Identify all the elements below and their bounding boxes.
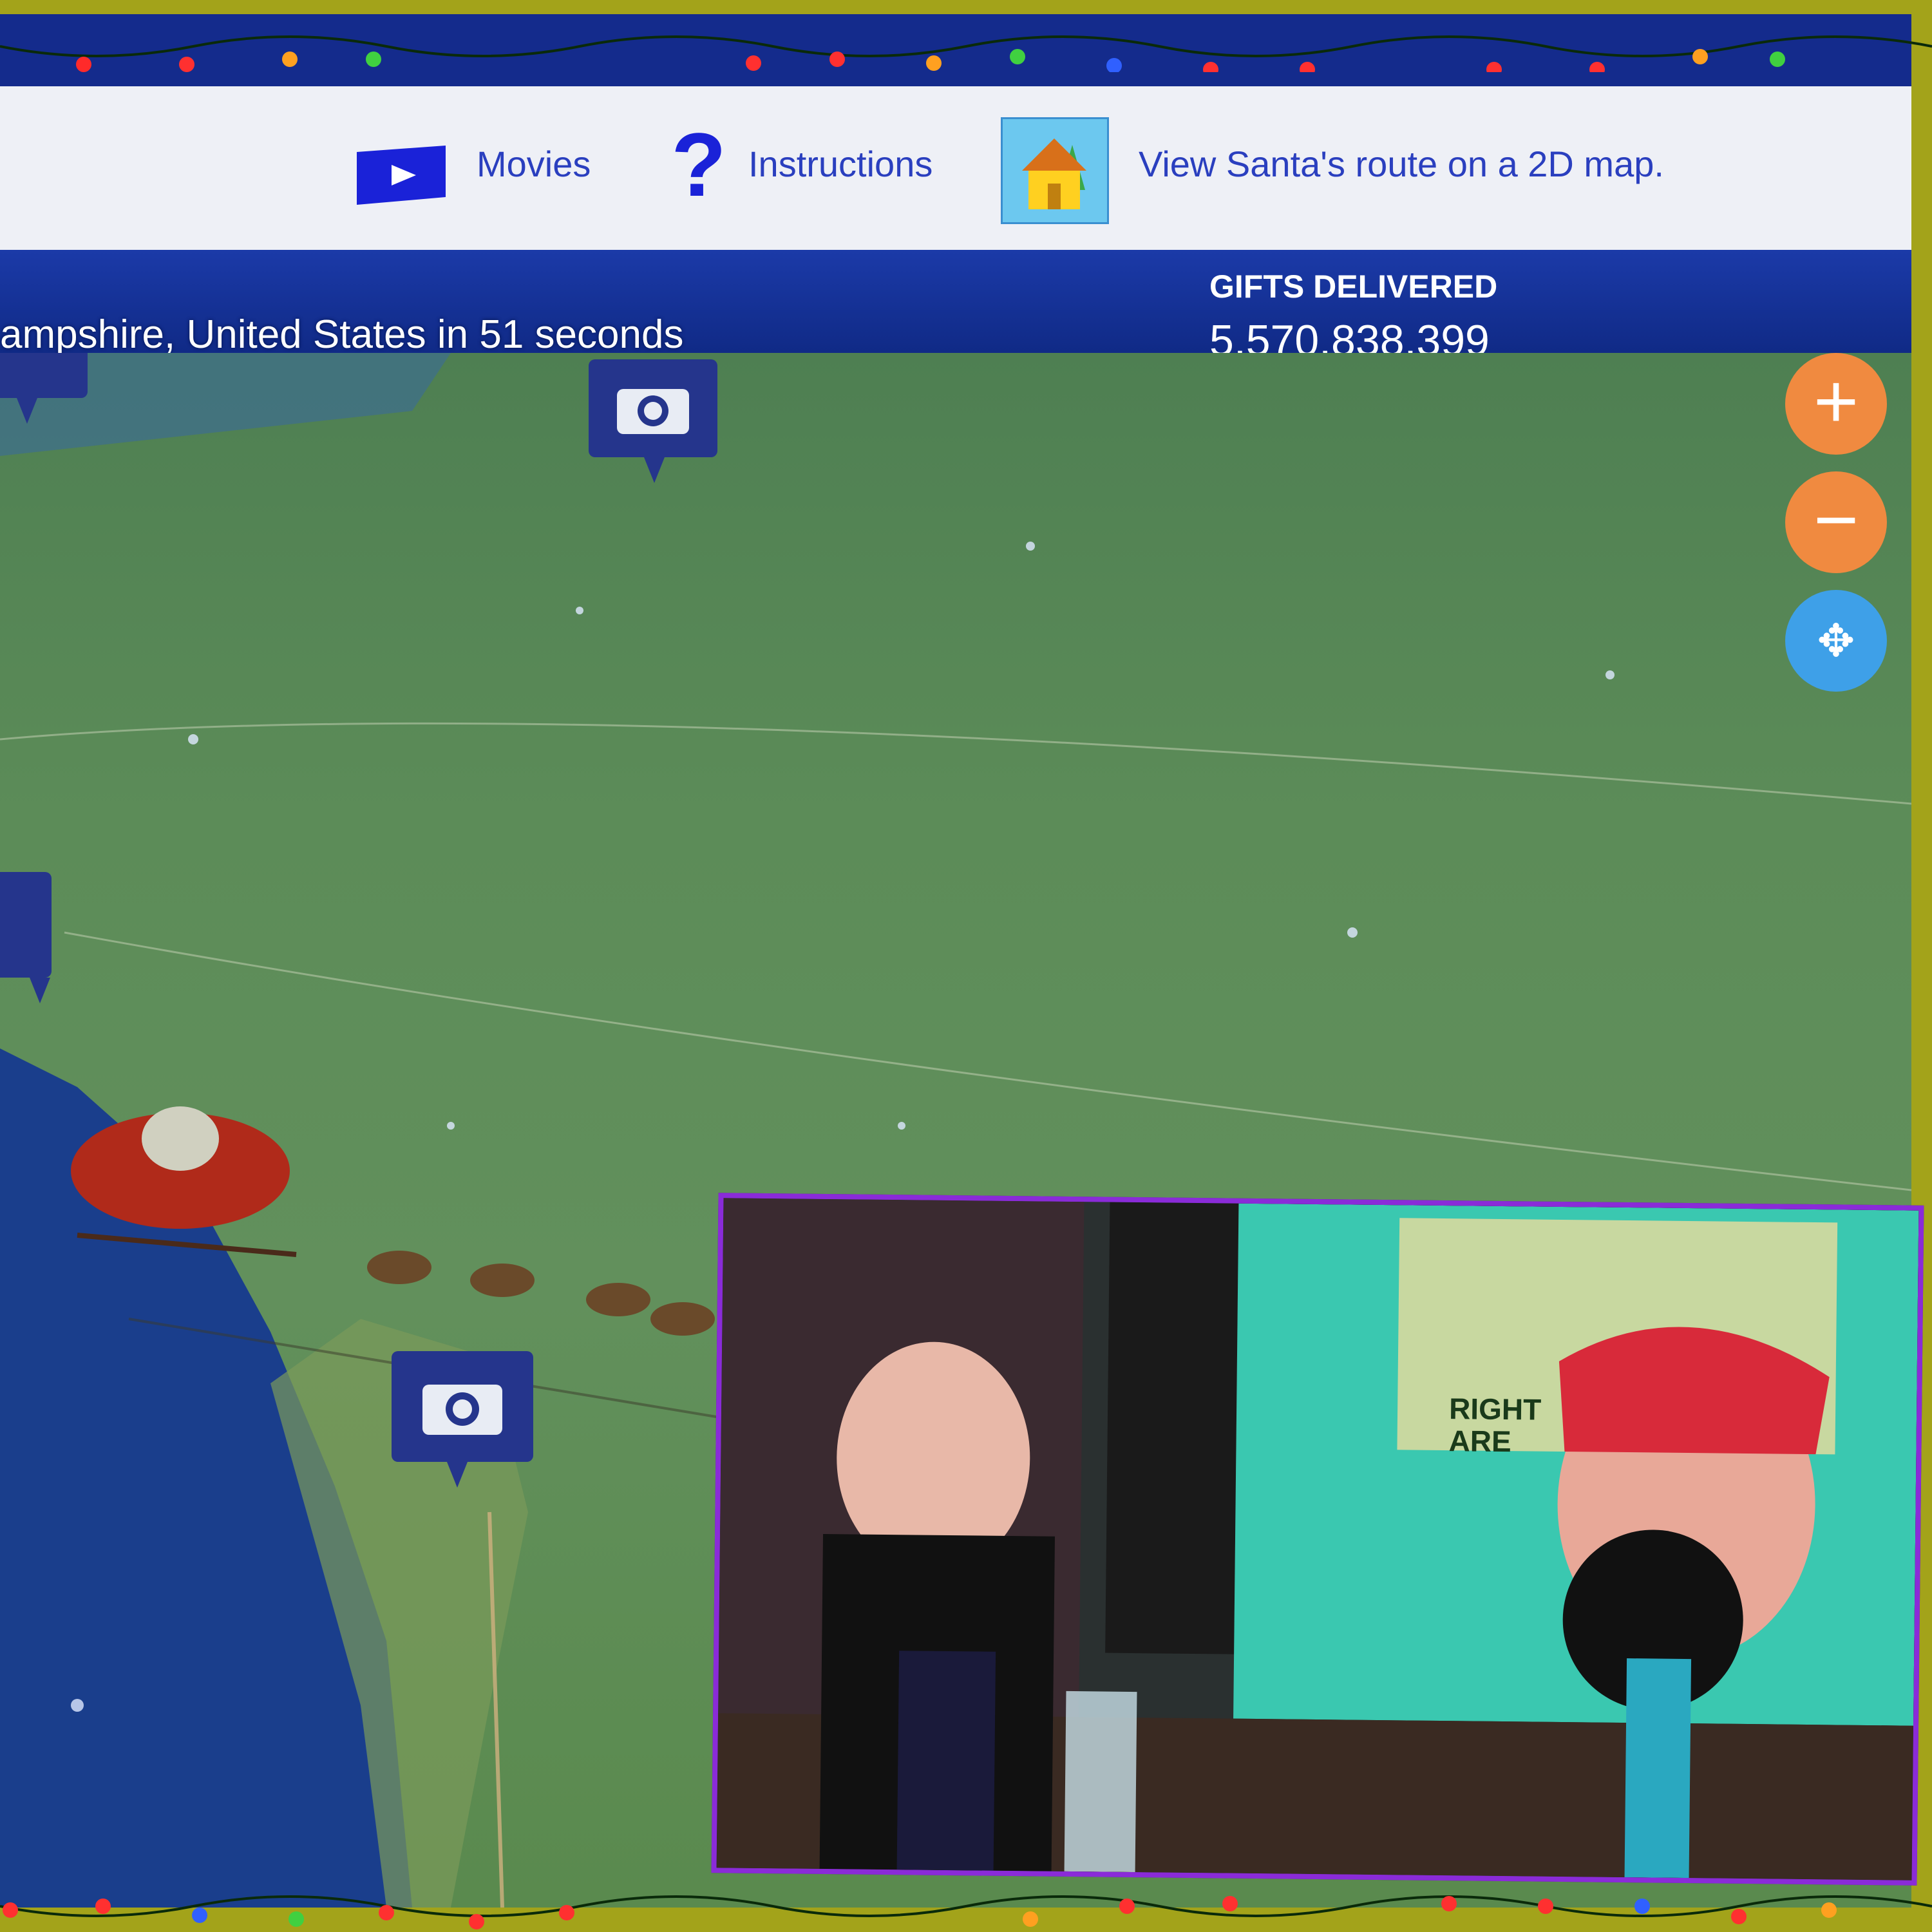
camera-marker[interactable] bbox=[0, 353, 88, 424]
pan-control-button[interactable]: ✥ bbox=[1785, 590, 1887, 692]
instructions-question-icon[interactable]: ? bbox=[671, 120, 726, 210]
flag-text: RIGHT ARE bbox=[1448, 1392, 1542, 1459]
webcam-feed bbox=[716, 1198, 1919, 1880]
zoom-in-button[interactable]: + bbox=[1785, 353, 1887, 455]
movies-link[interactable]: Movies bbox=[477, 143, 591, 185]
camera-marker[interactable] bbox=[589, 359, 717, 483]
movies-play-icon[interactable] bbox=[354, 146, 448, 205]
camera-marker[interactable] bbox=[392, 1351, 533, 1488]
2d-map-house-icon[interactable] bbox=[1001, 117, 1109, 224]
house-icon bbox=[1022, 138, 1086, 209]
christmas-lights-top bbox=[0, 35, 1932, 72]
2d-map-link[interactable]: View Santa's route on a 2D map. bbox=[1139, 143, 1664, 185]
tracker-nav: Movies ? Instructions View Santa's route… bbox=[0, 86, 1911, 250]
header-bar bbox=[0, 14, 1932, 86]
camera-marker[interactable] bbox=[0, 872, 52, 1003]
next-stop-countdown: ampshire, United States in 51 seconds bbox=[0, 312, 684, 357]
camera-icon bbox=[422, 1385, 502, 1435]
webcam-overlay: RIGHT ARE bbox=[711, 1193, 1924, 1886]
gifts-delivered-label: GIFTS DELIVERED bbox=[1209, 269, 1498, 305]
stream-frame: Movies ? Instructions View Santa's route… bbox=[0, 0, 1932, 1932]
christmas-lights-bottom bbox=[0, 1895, 1932, 1929]
tracker-status-bar: ampshire, United States in 51 seconds GI… bbox=[0, 250, 1911, 365]
instructions-link[interactable]: Instructions bbox=[748, 143, 933, 185]
camera-icon bbox=[617, 389, 689, 434]
zoom-out-button[interactable]: − bbox=[1785, 471, 1887, 573]
